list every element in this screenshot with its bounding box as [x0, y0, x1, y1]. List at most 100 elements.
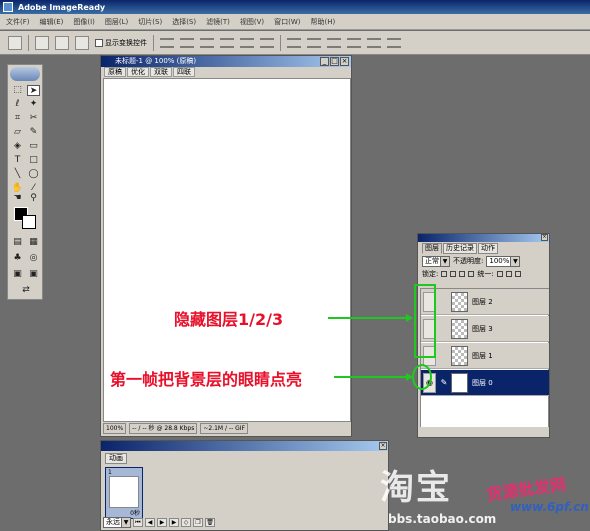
screen-mode-standard-icon[interactable]: ▣ — [11, 269, 24, 280]
ellipse-tool-icon[interactable]: ◯ — [27, 169, 40, 180]
menu-help[interactable]: 帮助(H) — [311, 17, 336, 27]
animation-frame[interactable]: 1 0秒 — [105, 467, 143, 519]
unify-position-icon[interactable] — [496, 271, 503, 277]
annotation-arrow-line — [328, 317, 408, 319]
menu-edit[interactable]: 编辑(E) — [40, 17, 64, 27]
tab-optimized[interactable]: 优化 — [127, 67, 149, 77]
first-frame-icon[interactable]: ⏮ — [133, 518, 143, 527]
direct-select-option-icon[interactable] — [75, 35, 89, 50]
hand-tool-icon-2[interactable]: ☚ — [11, 193, 24, 204]
tween-icon[interactable]: ◇ — [181, 518, 191, 527]
loop-select[interactable]: 永远 ▼ — [103, 517, 131, 528]
tab-animation[interactable]: 动画 — [105, 453, 127, 464]
magic-wand-icon[interactable]: ✦ — [27, 99, 40, 110]
align-left-icon[interactable] — [220, 37, 234, 48]
watermark-site-url: www.6pf.cn — [510, 500, 589, 514]
align-hcenter-icon[interactable] — [240, 37, 254, 48]
menu-select[interactable]: 选择(S) — [172, 17, 196, 27]
menu-filter[interactable]: 滤镜(T) — [206, 17, 230, 27]
close-icon[interactable]: × — [379, 442, 387, 450]
tab-original[interactable]: 原稿 — [104, 67, 126, 77]
close-icon[interactable]: × — [340, 57, 349, 66]
marquee-tool-icon[interactable]: ⬚ — [11, 85, 24, 96]
file-size[interactable]: ~2.1M / -- GIF — [200, 422, 249, 434]
play-icon[interactable]: ▶ — [157, 518, 167, 527]
align-vcenter-icon[interactable] — [180, 37, 194, 48]
layers-list: 图层 2 图层 3 图层 1 ◉ ✎ 图层 0 — [420, 288, 549, 428]
zoom-tool-icon[interactable]: ⚲ — [27, 193, 40, 204]
unify-visibility-icon[interactable] — [505, 271, 512, 277]
slice-tool-icon[interactable]: ✂ — [27, 113, 40, 124]
distribute-vcenter-icon[interactable] — [307, 37, 321, 48]
download-time[interactable]: -- / -- 秒 @ 28.8 Kbps — [129, 422, 198, 434]
distribute-top-icon[interactable] — [287, 37, 301, 48]
brush-icon[interactable]: ✎ — [439, 378, 449, 388]
lock-position-icon[interactable] — [459, 271, 466, 277]
menu-file[interactable]: 文件(F) — [6, 17, 30, 27]
tab-layers[interactable]: 图层 — [422, 243, 442, 254]
hide-slices-icon[interactable]: ▤ — [11, 237, 24, 248]
distribute-right-icon[interactable] — [387, 37, 401, 48]
align-top-icon[interactable] — [160, 37, 174, 48]
duplicate-frame-icon[interactable]: ❐ — [193, 518, 203, 527]
background-color-swatch[interactable] — [22, 215, 36, 229]
move-tool-preset-icon[interactable] — [8, 35, 22, 50]
jump-to-photoshop-icon[interactable]: ⇄ — [11, 285, 41, 296]
opacity-select[interactable]: 100% ▼ — [486, 255, 521, 267]
maximize-icon[interactable]: □ — [330, 57, 339, 66]
align-bottom-icon[interactable] — [200, 37, 214, 48]
preview-browser-icon[interactable]: ◎ — [27, 253, 40, 264]
align-right-icon[interactable] — [260, 37, 274, 48]
delete-frame-icon[interactable]: 🗑 — [205, 518, 215, 527]
menu-image[interactable]: 图像(I) — [73, 17, 95, 27]
layer-row[interactable]: 图层 3 — [421, 316, 549, 342]
frame-delay[interactable]: 0秒 — [130, 508, 140, 517]
lock-pixels-icon[interactable] — [450, 271, 457, 277]
image-map-icon[interactable]: ♣ — [11, 253, 24, 264]
layer-options-row: 正常 ▼ 不透明度: 100% ▼ — [418, 254, 549, 268]
lock-transparency-icon[interactable] — [441, 271, 448, 277]
show-slices-icon[interactable]: ▦ — [27, 237, 40, 248]
close-icon[interactable]: × — [541, 234, 548, 241]
lasso-tool-icon[interactable]: ℓ — [11, 99, 24, 110]
checkbox-box[interactable] — [95, 38, 103, 47]
window-buttons: _ □ × — [320, 57, 349, 66]
screen-mode-full-icon[interactable]: ▣ — [27, 269, 40, 280]
zoom-level[interactable]: 100% — [103, 422, 127, 434]
unify-style-icon[interactable] — [514, 271, 521, 277]
eraser-tool-icon[interactable]: ▱ — [11, 127, 24, 138]
minimize-icon[interactable]: _ — [320, 57, 329, 66]
type-tool-icon[interactable]: T — [11, 155, 24, 166]
move-tool-icon[interactable]: ➤ — [27, 85, 40, 96]
rect-shape-icon[interactable]: ▭ — [27, 141, 40, 152]
link-slot[interactable] — [439, 297, 449, 307]
menu-view[interactable]: 视图(V) — [240, 17, 264, 27]
prev-frame-icon[interactable]: ◀ — [145, 518, 155, 527]
tab-actions[interactable]: 动作 — [478, 243, 498, 254]
link-slot[interactable] — [439, 324, 449, 334]
layer-row[interactable]: 图层 1 — [421, 343, 549, 369]
blend-mode-select[interactable]: 正常 ▼ — [422, 255, 450, 267]
move-option-icon[interactable] — [35, 35, 49, 50]
menu-layer[interactable]: 图层(L) — [105, 17, 128, 27]
line-tool-icon[interactable]: ╲ — [11, 169, 24, 180]
select-option-icon[interactable] — [55, 35, 69, 50]
layer-row[interactable]: 图层 2 — [421, 289, 549, 315]
menu-window[interactable]: 窗口(W) — [274, 17, 300, 27]
shape-tool-icon[interactable]: □ — [27, 155, 40, 166]
tab-2up[interactable]: 双联 — [150, 67, 172, 77]
tab-4up[interactable]: 四联 — [173, 67, 195, 77]
distribute-left-icon[interactable] — [347, 37, 361, 48]
distribute-hcenter-icon[interactable] — [367, 37, 381, 48]
link-slot[interactable] — [439, 351, 449, 361]
crop-tool-icon[interactable]: ⌗ — [11, 113, 24, 124]
brush-tool-icon[interactable]: ✎ — [27, 127, 40, 138]
menu-slice[interactable]: 切片(S) — [138, 17, 162, 27]
lock-all-icon[interactable] — [468, 271, 475, 277]
distribute-bottom-icon[interactable] — [327, 37, 341, 48]
next-frame-icon[interactable]: ▶ — [169, 518, 179, 527]
tab-history[interactable]: 历史记录 — [443, 243, 477, 254]
show-transform-checkbox[interactable]: 显示变换控件 — [95, 38, 147, 48]
bucket-tool-icon[interactable]: ◈ — [11, 141, 24, 152]
layer-row-selected[interactable]: ◉ ✎ 图层 0 — [421, 370, 549, 396]
